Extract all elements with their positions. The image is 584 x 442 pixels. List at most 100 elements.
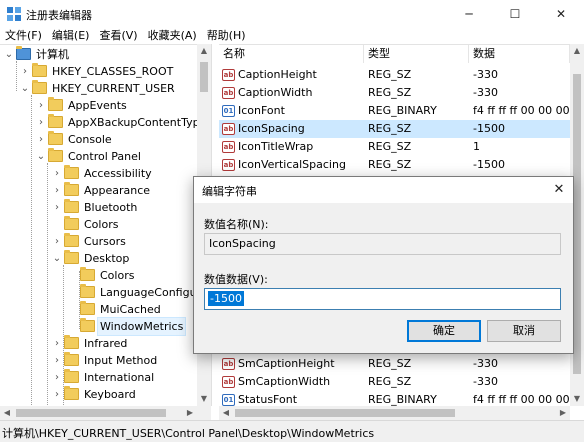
cell-data: -330 — [473, 375, 498, 388]
chevron-down-icon[interactable]: ⌄ — [4, 46, 14, 63]
chevron-right-icon[interactable]: › — [20, 63, 30, 80]
list-item[interactable]: 01 IconFont REG_BINARY f4 ff ff ff 00 00 00… — [219, 102, 570, 120]
list-item[interactable]: 01 StatusFont REG_BINARY f4 ff ff ff 00 00 … — [219, 391, 570, 406]
cancel-button[interactable]: 取消 — [487, 320, 561, 342]
edit-string-dialog: 编辑字符串 ✕ 数值名称(N): IconSpacing 数值数据(V): -1… — [193, 176, 574, 354]
tree-item[interactable]: LanguageConfiguration — [0, 284, 197, 301]
chevron-down-icon[interactable]: ⌄ — [36, 148, 46, 165]
folder-icon — [64, 386, 79, 400]
chevron-right-icon[interactable]: › — [36, 114, 46, 131]
menu-favorites[interactable]: 收藏夹(A) — [143, 28, 202, 44]
tree-item[interactable]: › Input Method — [0, 352, 197, 369]
menu-edit[interactable]: 编辑(E) — [47, 28, 95, 44]
chevron-right-icon[interactable]: › — [36, 97, 46, 114]
title-bar: 注册表编辑器 ─ ☐ ✕ — [0, 0, 584, 28]
tree-item[interactable]: › Console — [0, 131, 197, 148]
cell-type: REG_SZ — [368, 86, 412, 99]
tree-item[interactable]: › Cursors — [0, 233, 197, 250]
chevron-right-icon[interactable]: › — [52, 233, 62, 250]
tree-item-label: Appearance — [84, 184, 151, 197]
key-tree[interactable]: ⌄ 计算机 › HKEY_CLASSES_ROOT ⌄ HKEY_CURRENT_USER… — [0, 44, 197, 406]
chevron-right-icon[interactable]: › — [52, 335, 62, 352]
cell-data: -1500 — [473, 122, 505, 135]
chevron-right-icon[interactable]: › — [52, 182, 62, 199]
tree-horizontal-scrollbar[interactable]: ◀ ▶ — [0, 406, 211, 420]
column-header-name[interactable]: 名称 — [219, 45, 364, 63]
tree-item-label: Accessibility — [84, 167, 152, 180]
tree-item-label: HKEY_CLASSES_ROOT — [52, 65, 174, 78]
list-item[interactable]: ab SmCaptionHeight REG_SZ -330 — [219, 355, 570, 373]
computer-icon — [16, 46, 31, 60]
tree-item-label: Desktop — [84, 252, 130, 265]
tree-item[interactable]: › Accessibility — [0, 165, 197, 182]
scroll-left-icon[interactable]: ◀ — [0, 408, 14, 417]
chevron-right-icon[interactable]: › — [52, 352, 62, 369]
chevron-right-icon[interactable]: › — [52, 199, 62, 216]
scroll-left-icon[interactable]: ◀ — [219, 408, 233, 417]
column-header-type[interactable]: 类型 — [364, 45, 469, 63]
scroll-thumb[interactable] — [573, 74, 581, 374]
minimize-button[interactable]: ─ — [446, 0, 492, 28]
tree-item[interactable]: › International — [0, 369, 197, 386]
tree-item[interactable]: › HKEY_CLASSES_ROOT — [0, 63, 197, 80]
cell-type: REG_SZ — [368, 158, 412, 171]
list-item[interactable]: ab IconVerticalSpacing REG_SZ -1500 — [219, 156, 570, 174]
list-item[interactable]: ab IconTitleWrap REG_SZ 1 — [219, 138, 570, 156]
folder-icon — [64, 369, 79, 383]
string-value-icon: ab — [222, 69, 235, 81]
chevron-right-icon[interactable]: › — [52, 386, 62, 403]
menu-help[interactable]: 帮助(H) — [202, 28, 251, 44]
tree-item[interactable]: Colors — [0, 216, 197, 233]
close-button[interactable]: ✕ — [538, 0, 584, 28]
chevron-right-icon[interactable]: › — [36, 131, 46, 148]
value-data-input[interactable]: -1500 — [204, 288, 561, 310]
tree-item[interactable]: ⌄ Control Panel — [0, 148, 197, 165]
cell-name: SmCaptionWidth — [238, 375, 331, 388]
cell-data: -330 — [473, 86, 498, 99]
list-item[interactable]: ab CaptionHeight REG_SZ -330 — [219, 66, 570, 84]
tree-item[interactable]: › Infrared — [0, 335, 197, 352]
scroll-up-icon[interactable]: ▲ — [570, 46, 584, 55]
tree-item[interactable]: MuiCached — [0, 301, 197, 318]
tree-item[interactable]: ⌄ HKEY_CURRENT_USER — [0, 80, 197, 97]
dialog-close-button[interactable]: ✕ — [546, 179, 572, 201]
list-horizontal-scrollbar[interactable]: ◀ ▶ — [219, 406, 570, 420]
scroll-thumb[interactable] — [200, 62, 208, 92]
column-header-data[interactable]: 数据 — [469, 45, 570, 63]
list-item[interactable]: ab SmCaptionWidth REG_SZ -330 — [219, 373, 570, 391]
list-item[interactable]: ab IconSpacing REG_SZ -1500 — [219, 120, 570, 138]
string-value-icon: ab — [222, 358, 235, 370]
chevron-right-icon[interactable]: › — [52, 369, 62, 386]
value-name-field: IconSpacing — [204, 233, 561, 255]
tree-item[interactable]: › AppXBackupContentType — [0, 114, 197, 131]
tree-item[interactable]: ⌄ Desktop — [0, 250, 197, 267]
list-item[interactable]: ab CaptionWidth REG_SZ -330 — [219, 84, 570, 102]
tree-item[interactable]: › Appearance — [0, 182, 197, 199]
maximize-button[interactable]: ☐ — [492, 0, 538, 28]
tree-item-label: Keyboard — [84, 388, 136, 401]
tree-item[interactable]: WindowMetrics — [0, 317, 197, 336]
menu-file[interactable]: 文件(F) — [0, 28, 47, 44]
scroll-thumb[interactable] — [235, 409, 455, 417]
chevron-down-icon[interactable]: ⌄ — [52, 250, 62, 267]
cell-type: REG_BINARY — [368, 104, 437, 117]
folder-icon — [48, 114, 63, 128]
scroll-right-icon[interactable]: ▶ — [556, 408, 570, 417]
ok-button[interactable]: 确定 — [407, 320, 481, 342]
menu-view[interactable]: 查看(V) — [94, 28, 142, 44]
chevron-right-icon[interactable]: › — [52, 165, 62, 182]
chevron-down-icon[interactable]: ⌄ — [20, 80, 30, 97]
tree-item[interactable]: Colors — [0, 267, 197, 284]
scroll-right-icon[interactable]: ▶ — [183, 408, 197, 417]
tree-item[interactable]: › Keyboard — [0, 386, 197, 403]
tree-item-label: HKEY_CURRENT_USER — [52, 82, 175, 95]
folder-icon — [64, 199, 79, 213]
scroll-up-icon[interactable]: ▲ — [197, 46, 211, 55]
scroll-thumb[interactable] — [16, 409, 166, 417]
tree-item[interactable]: ⌄ 计算机 — [0, 46, 197, 63]
maximize-icon: ☐ — [509, 7, 521, 21]
tree-item[interactable]: › AppEvents — [0, 97, 197, 114]
tree-item[interactable]: › Bluetooth — [0, 199, 197, 216]
scroll-down-icon[interactable]: ▼ — [570, 394, 584, 403]
scroll-down-icon[interactable]: ▼ — [197, 394, 211, 403]
